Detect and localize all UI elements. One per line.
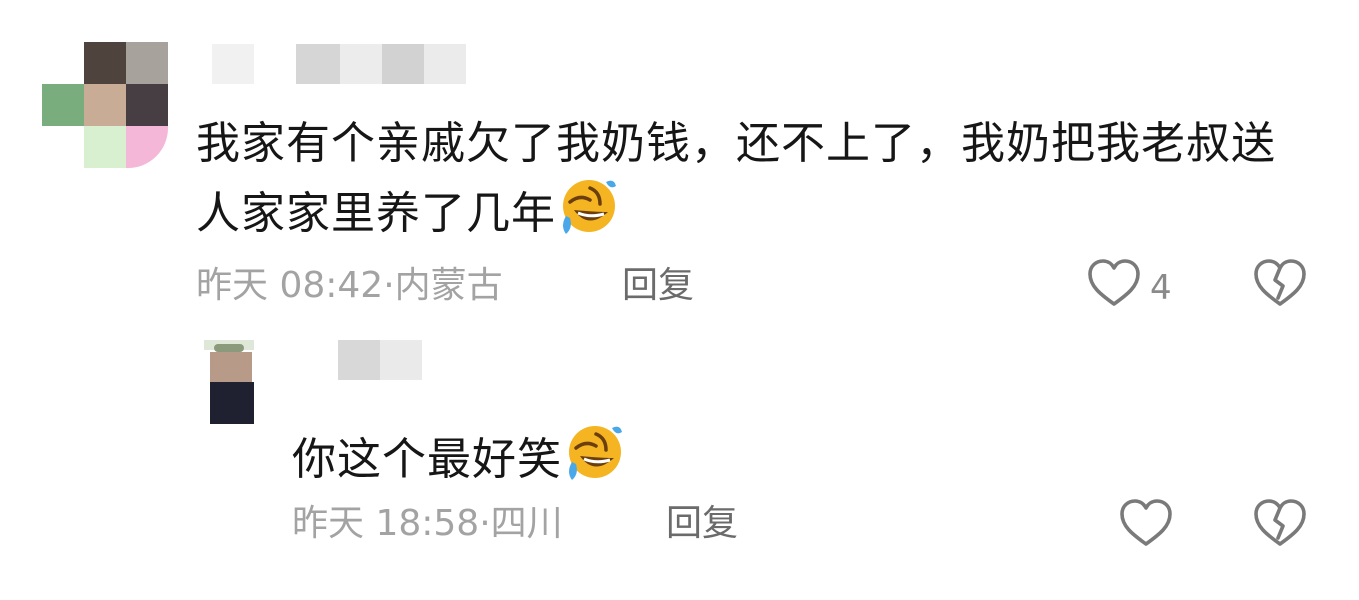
dislike-button[interactable]: [1252, 258, 1308, 310]
meta-separator: ·: [479, 503, 491, 544]
broken-heart-outline-icon: [1254, 259, 1306, 306]
reply-button[interactable]: 回复: [666, 502, 738, 546]
reply-button[interactable]: 回复: [622, 264, 694, 308]
like-button[interactable]: [1118, 498, 1174, 550]
comment-body: 我家有个亲戚欠了我奶钱，还不上了，我奶把我老叔送人家家里养了几年: [196, 118, 1276, 239]
comment-meta: 昨天 18:58·四川: [292, 502, 563, 546]
comment-text: 你这个最好笑: [292, 422, 1192, 502]
comment-body: 你这个最好笑: [292, 434, 562, 485]
comment-text: 我家有个亲戚欠了我奶钱，还不上了，我奶把我老叔送人家家里养了几年: [196, 112, 1306, 256]
heart-outline-icon: [1120, 499, 1172, 546]
dislike-button[interactable]: [1252, 498, 1308, 550]
meta-separator: ·: [383, 265, 395, 306]
rolling-on-the-floor-laughing-emoji: [562, 422, 624, 502]
comment-time: 昨天 08:42: [196, 265, 384, 306]
avatar[interactable]: [204, 340, 254, 424]
comment-location: 内蒙古: [394, 265, 503, 306]
avatar[interactable]: [42, 42, 168, 168]
broken-heart-outline-icon: [1254, 499, 1306, 546]
comment-location: 四川: [490, 503, 563, 544]
like-count: 4: [1150, 268, 1172, 308]
rolling-on-the-floor-laughing-emoji: [556, 176, 618, 256]
comment-meta: 昨天 08:42·内蒙古: [196, 264, 503, 308]
like-button[interactable]: [1086, 258, 1142, 310]
comment-time: 昨天 18:58: [292, 503, 480, 544]
heart-outline-icon: [1088, 259, 1140, 306]
